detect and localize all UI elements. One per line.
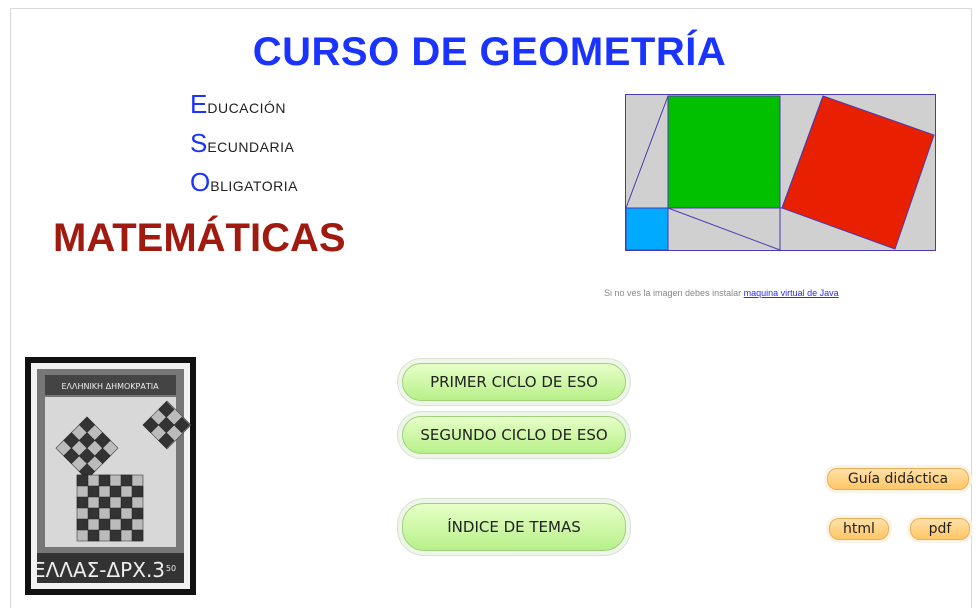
- segundo-ciclo-button[interactable]: SEGUNDO CICLO DE ESO: [402, 416, 626, 454]
- svg-text:ΕΛΛΗΝΙΚΗ ΔΗΜΟΚΡΑΤΙΑ: ΕΛΛΗΝΙΚΗ ΔΗΜΟΚΡΑΤΙΑ: [61, 382, 159, 391]
- green-square: [667, 95, 781, 209]
- eso-line-2: Secundaria: [190, 128, 295, 158]
- subject-heading: MATEMÁTICAS: [53, 216, 346, 260]
- page-title: CURSO DE GEOMETRÍA: [252, 30, 727, 74]
- guia-didactica-button[interactable]: Guía didáctica: [827, 468, 969, 490]
- pdf-button[interactable]: pdf: [910, 518, 970, 540]
- svg-text:ΕΛΛΑΣ-ΔΡΧ.3: ΕΛΛΑΣ-ΔΡΧ.3: [33, 558, 165, 582]
- blue-square: [625, 207, 669, 251]
- java-note: Si no ves la imagen debes instalar maqui…: [604, 288, 839, 298]
- svg-text:50: 50: [166, 564, 176, 573]
- eso-line-3: Obligatoria: [190, 167, 298, 197]
- java-link[interactable]: maquina virtual de Java: [744, 288, 839, 298]
- pythagoras-stamp-image: ΕΛΛΗΝΙΚΗ ΔΗΜΟΚΡΑΤΙΑ ΕΛΛΑΣ-ΔΡΧ.3 50: [25, 357, 196, 595]
- eso-acronym: Educación Secundaria Obligatoria: [190, 86, 298, 203]
- indice-temas-button[interactable]: ÍNDICE DE TEMAS: [402, 503, 626, 551]
- html-button[interactable]: html: [829, 518, 889, 540]
- primer-ciclo-button[interactable]: PRIMER CICLO DE ESO: [402, 363, 626, 401]
- eso-line-1: Educación: [190, 89, 287, 119]
- pythagoras-applet[interactable]: [625, 94, 937, 254]
